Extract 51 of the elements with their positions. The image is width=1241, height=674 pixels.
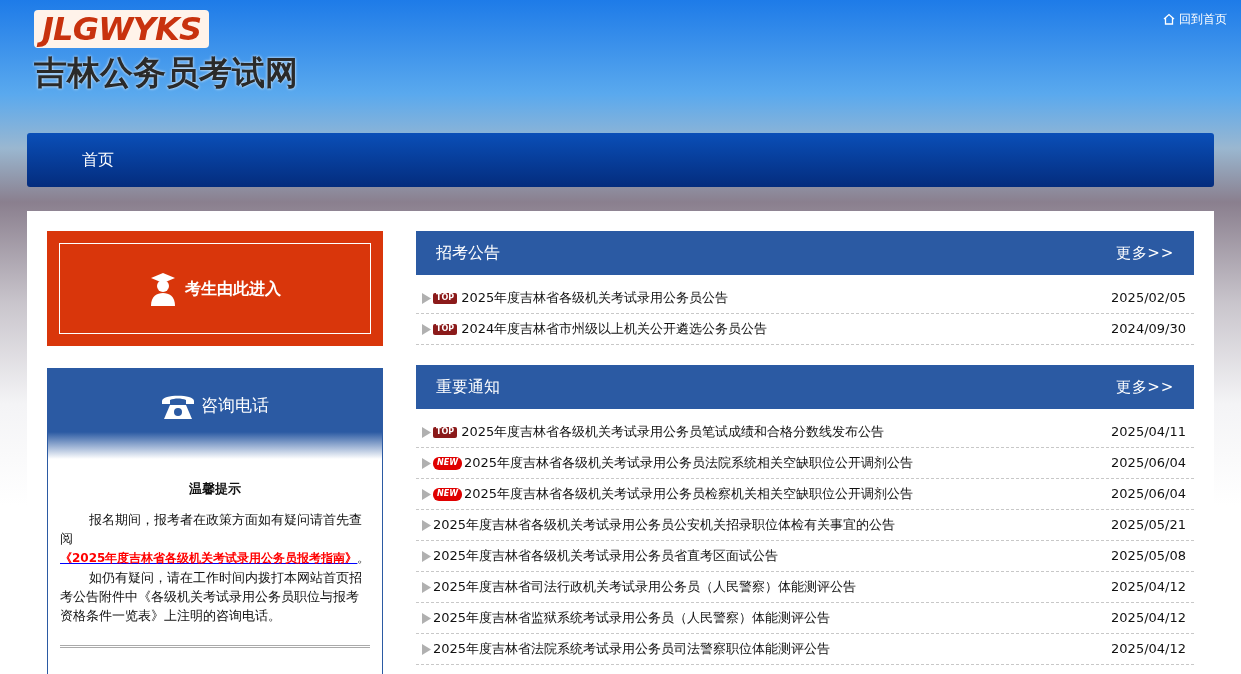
triangle-icon bbox=[422, 426, 431, 438]
notice-link[interactable]: 2025年度吉林省法院系统考试录用公务员司法警察职位体能测评公告 bbox=[433, 639, 1112, 659]
triangle-icon bbox=[422, 550, 431, 562]
top-badge: TOP bbox=[433, 292, 458, 304]
triangle-icon bbox=[422, 488, 431, 500]
notice-link[interactable]: 2024年度吉林省市州级以上机关公开遴选公务员公告 bbox=[461, 319, 1112, 339]
logo-latin: JLGWYKS bbox=[34, 10, 210, 49]
section-title: 重要通知 bbox=[436, 376, 500, 398]
notice-date: 2025/02/05 bbox=[1111, 289, 1186, 308]
triangle-icon bbox=[422, 519, 431, 531]
logo-title: 吉林公务员考试网 bbox=[34, 56, 298, 90]
entry-button[interactable]: 考生由此进入 bbox=[59, 243, 371, 334]
notice-date: 2025/04/12 bbox=[1111, 578, 1186, 597]
graduate-icon bbox=[149, 271, 177, 306]
home-link[interactable]: 回到首页 bbox=[1163, 10, 1227, 28]
notice-title: 温馨提示 bbox=[188, 480, 242, 498]
triangle-icon bbox=[422, 292, 431, 304]
triangle-icon bbox=[422, 323, 431, 335]
notice-link[interactable]: 2025年度吉林省监狱系统考试录用公务员（人民警察）体能测评公告 bbox=[433, 608, 1112, 628]
notice-date: 2025/06/04 bbox=[1111, 485, 1186, 504]
section-title: 招考公告 bbox=[436, 242, 500, 264]
nav-item[interactable]: 首页 bbox=[82, 148, 114, 172]
triangle-icon bbox=[422, 612, 431, 624]
notice-link[interactable]: 2025年度吉林省各级机关考试录用公务员省直考区面试公告 bbox=[433, 546, 1112, 566]
more-link[interactable]: 更多>> bbox=[1115, 241, 1174, 265]
notice-date: 2025/04/12 bbox=[1111, 609, 1186, 628]
notice-date: 2025/04/12 bbox=[1111, 640, 1186, 659]
triangle-icon bbox=[422, 581, 431, 593]
top-badge: TOP bbox=[433, 426, 458, 438]
notice-link[interactable]: 2025年度吉林省各级机关考试录用公务员检察机关相关空缺职位公开调剂公告 bbox=[464, 484, 1112, 504]
new-badge: NEW bbox=[433, 456, 462, 470]
triangle-icon bbox=[422, 643, 431, 655]
notice-date: 2025/05/21 bbox=[1111, 516, 1186, 535]
notice-date: 2025/04/11 bbox=[1111, 423, 1186, 442]
triangle-icon bbox=[422, 457, 431, 469]
notice-date: 2024/09/30 bbox=[1111, 320, 1186, 339]
consult-header: 咨询电话 bbox=[48, 369, 382, 459]
notice-paragraph: 如仍有疑问，请在工作时间内拨打本网站首页招考公告附件中《各级机关考试录用公务员职位与报考资格条件一览表》上注明的咨询电话。 bbox=[60, 569, 363, 625]
notice-paragraph: 报名期间，报考者在政策方面如有疑问请首先查阅 《2025年度吉林省各级机关考试录用公务员报考指南》。 bbox=[60, 511, 370, 567]
new-badge: NEW bbox=[433, 487, 462, 501]
guide-link[interactable]: 《2025年度吉林省各级机关考试录用公务员报考指南》 bbox=[60, 551, 358, 565]
top-badge: TOP bbox=[433, 323, 458, 335]
notice-date: 2025/06/04 bbox=[1111, 454, 1186, 473]
notice-link[interactable]: 2025年度吉林省各级机关考试录用公务员公安机关招录职位体检有关事宜的公告 bbox=[433, 515, 1112, 535]
home-icon bbox=[1163, 13, 1175, 25]
more-link[interactable]: 更多>> bbox=[1115, 375, 1174, 399]
notice-link[interactable]: 2025年度吉林省各级机关考试录用公务员公告 bbox=[461, 288, 1112, 308]
notice-date: 2025/05/08 bbox=[1111, 547, 1186, 566]
notice-link[interactable]: 2025年度吉林省司法行政机关考试录用公务员（人民警察）体能测评公告 bbox=[433, 577, 1112, 597]
notice-link[interactable]: 2025年度吉林省各级机关考试录用公务员法院系统相关空缺职位公开调剂公告 bbox=[464, 453, 1112, 473]
notice-link[interactable]: 2025年度吉林省各级机关考试录用公务员笔试成绩和合格分数线发布公告 bbox=[461, 422, 1112, 442]
